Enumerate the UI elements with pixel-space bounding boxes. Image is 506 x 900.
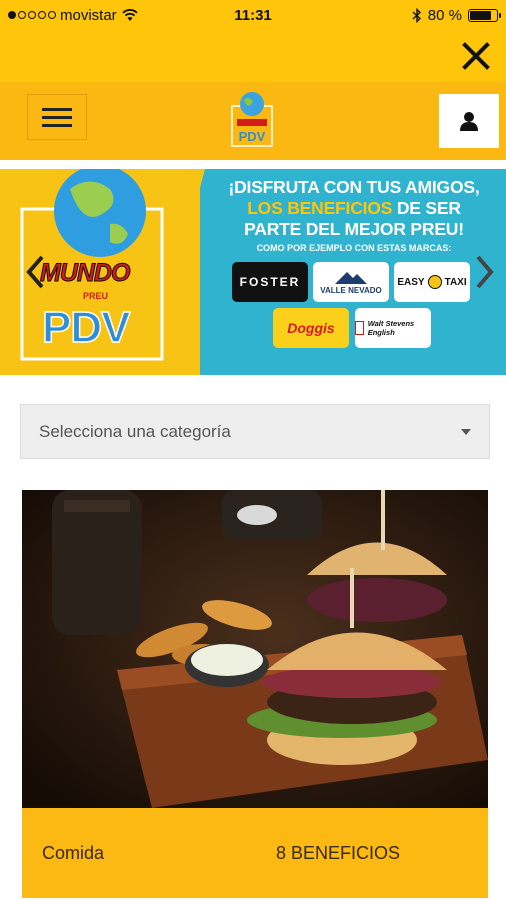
signal-strength-icon: [8, 11, 56, 19]
category-name: Comida: [42, 842, 105, 863]
banner-logo-preu: PREU: [83, 291, 109, 301]
app-header: PDV: [0, 82, 506, 160]
category-card-comida[interactable]: Comida 8 BENEFICIOS: [22, 490, 488, 898]
category-select-placeholder: Selecciona una categoría: [39, 421, 231, 441]
hamburger-icon: [42, 107, 72, 111]
banner-subtitle: COMO POR EJEMPLO CON ESTAS MARCAS:: [256, 243, 452, 253]
chevron-right-icon: [476, 255, 494, 289]
app-logo[interactable]: PDV: [224, 88, 280, 154]
brand-logo-doggis: Doggis: [273, 308, 349, 348]
top-close-bar: [0, 30, 506, 82]
banner-next-button[interactable]: [470, 249, 500, 295]
benefits-count: 8 BENEFICIOS: [276, 842, 401, 863]
close-button[interactable]: [456, 36, 496, 76]
banner-headline: ¡DISFRUTA CON TUS AMIGOS, LOS BENEFICIOS…: [228, 177, 480, 239]
category-select[interactable]: Selecciona una categoría: [20, 404, 490, 459]
banner-logo-pdv: PDV: [41, 302, 131, 353]
wifi-icon: [122, 9, 138, 21]
category-card-footer: Comida 8 BENEFICIOS: [22, 808, 488, 898]
brand-logo-walt-stevens: Walt Stevens English: [355, 308, 431, 348]
bluetooth-icon: [412, 7, 421, 23]
promo-banner[interactable]: MUNDO PREU PDV ¡DISFRUTA CON TUS AMIGOS,…: [0, 169, 506, 375]
battery-percent: 80 %: [427, 6, 462, 24]
brand-logo-easy-taxi: EASY TAXI: [394, 262, 470, 302]
battery-icon: [468, 8, 501, 22]
category-image-burger: [22, 490, 488, 808]
chevron-left-icon: [26, 255, 44, 289]
book-icon: [355, 321, 364, 335]
user-icon: [460, 112, 478, 131]
brand-logo-valle-nevado: VALLE NEVADO: [313, 262, 389, 302]
carrier-name: movistar: [60, 6, 117, 24]
status-bar: movistar 11:31 80 %: [0, 0, 506, 30]
caret-down-icon: [461, 428, 471, 435]
brand-logo-foster: FOSTER: [232, 262, 308, 302]
menu-button[interactable]: [27, 94, 87, 140]
taxi-icon: [427, 275, 442, 289]
user-account-button[interactable]: [439, 94, 499, 148]
banner-logo-mundo: MUNDO: [39, 259, 130, 288]
close-icon: [462, 42, 490, 70]
banner-prev-button[interactable]: [20, 249, 50, 295]
svg-text:PDV: PDV: [239, 129, 266, 144]
